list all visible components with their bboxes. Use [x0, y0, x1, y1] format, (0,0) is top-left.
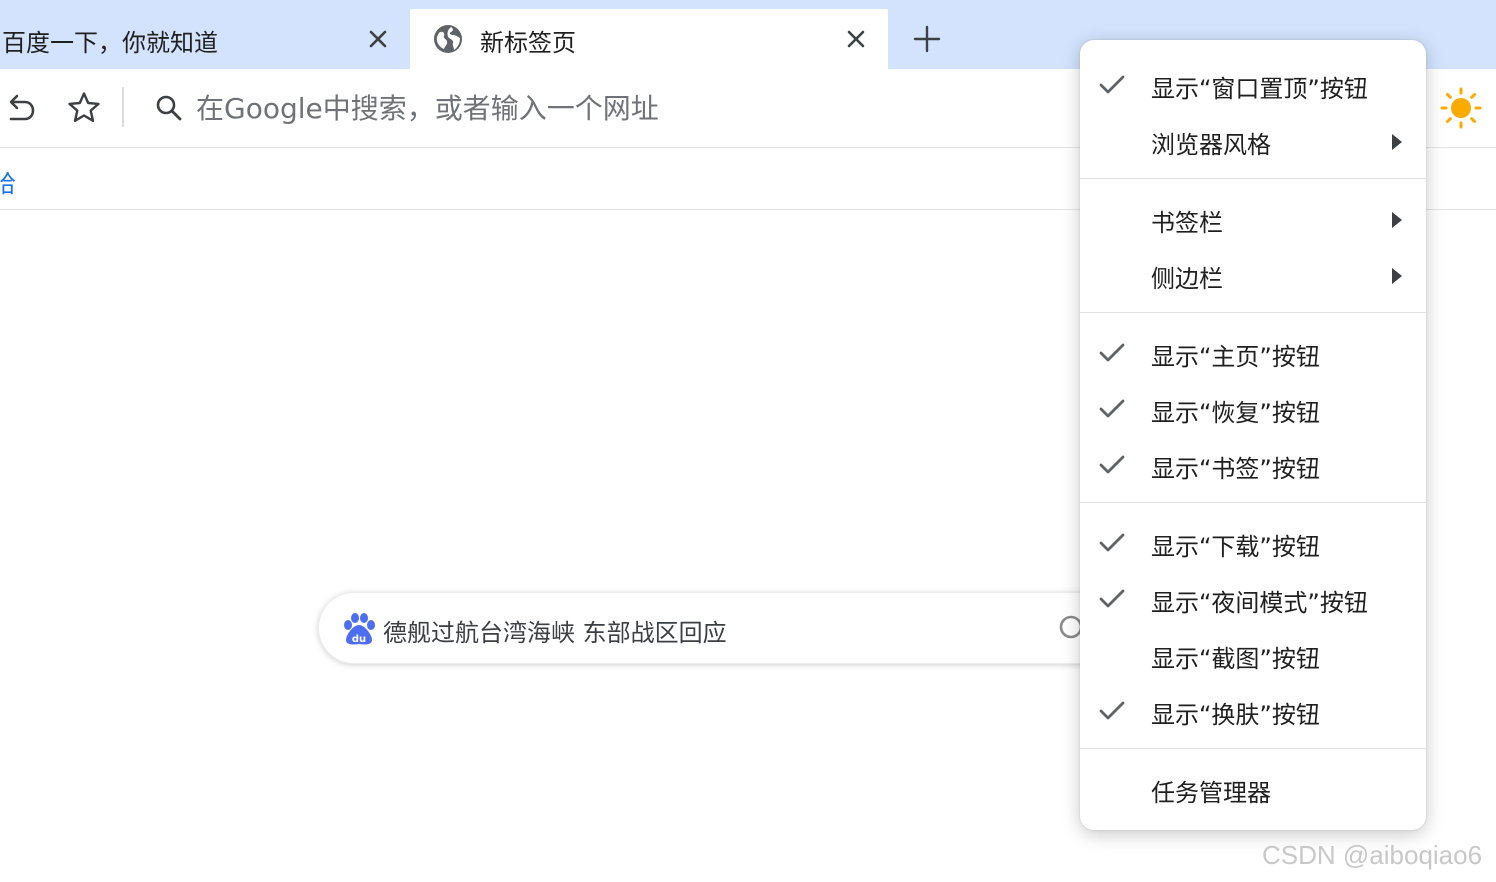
menu-item-label: 书签栏 — [1151, 209, 1223, 237]
close-icon[interactable] — [842, 25, 870, 53]
close-icon[interactable] — [364, 25, 392, 53]
menu-item-label: 显示“夜间模式”按钮 — [1151, 589, 1368, 617]
watermark: CSDN @aiboqiao6 — [1262, 840, 1483, 870]
menu-item-label: 侧边栏 — [1151, 265, 1223, 293]
menu-item-label: 显示“恢复”按钮 — [1151, 399, 1320, 427]
menu-item-task-manager[interactable]: 任务管理器 — [1080, 761, 1426, 817]
plus-icon[interactable] — [910, 22, 944, 56]
triangle-right-icon — [1390, 267, 1404, 285]
search-icon — [154, 93, 184, 123]
ntp-search-query[interactable]: 德舰过航台湾海峡 东部战区回应 — [383, 613, 727, 648]
triangle-right-icon — [1390, 211, 1404, 229]
menu-item-browser-style[interactable]: 浏览器风格 — [1080, 113, 1426, 169]
menu-item-label: 显示“主页”按钮 — [1151, 343, 1320, 371]
check-icon — [1098, 452, 1126, 478]
sun-icon[interactable] — [1440, 87, 1482, 129]
tab-new-tab[interactable]: 新标签页 — [410, 9, 888, 69]
tab-title: 新标签页 — [480, 29, 576, 57]
menu-item-label: 浏览器风格 — [1151, 131, 1271, 159]
baidu-logo-text: du — [352, 634, 366, 645]
menu-item-download[interactable]: 显示“下载”按钮 — [1080, 515, 1426, 571]
bookmark-item[interactable]: 哈 — [0, 164, 16, 199]
menu-separator — [1080, 748, 1426, 749]
check-icon — [1098, 396, 1126, 422]
menu-item-bookmarks-bar[interactable]: 书签栏 — [1080, 191, 1426, 247]
baidu-logo: du — [341, 611, 377, 647]
check-icon — [1098, 340, 1126, 366]
undo-icon[interactable] — [4, 91, 38, 125]
menu-item-label: 显示“换肤”按钮 — [1151, 701, 1320, 729]
menu-item-pin-window[interactable]: 显示“窗口置顶”按钮 — [1080, 57, 1426, 113]
menu-item-skin[interactable]: 显示“换肤”按钮 — [1080, 683, 1426, 739]
check-icon — [1098, 586, 1126, 612]
menu-item-label: 显示“书签”按钮 — [1151, 455, 1320, 483]
menu-separator — [1080, 502, 1426, 503]
menu-item-sidebar[interactable]: 侧边栏 — [1080, 247, 1426, 303]
globe-icon — [432, 23, 464, 55]
omnibox-input[interactable] — [196, 83, 1056, 133]
menu-separator — [1080, 312, 1426, 313]
menu-item-label: 显示“截图”按钮 — [1151, 645, 1320, 673]
menu-item-label: 显示“下载”按钮 — [1151, 533, 1320, 561]
menu-item-night-mode[interactable]: 显示“夜间模式”按钮 — [1080, 571, 1426, 627]
menu-item-bookmark[interactable]: 显示“书签”按钮 — [1080, 437, 1426, 493]
menu-item-restore[interactable]: 显示“恢复”按钮 — [1080, 381, 1426, 437]
tab-title: 百度一下，你就知道 — [2, 29, 218, 57]
check-icon — [1098, 530, 1126, 556]
toolbar-divider — [122, 87, 124, 127]
menu-separator — [1080, 178, 1426, 179]
star-icon[interactable] — [66, 90, 102, 126]
ntp-search-box[interactable]: du 德舰过航台湾海峡 东部战区回应 — [318, 592, 1138, 664]
context-menu: 显示“窗口置顶”按钮 浏览器风格 书签栏 侧边栏 显示“主页”按钮 显示“恢复”按钮 显示“… — [1080, 40, 1426, 830]
menu-item-label: 任务管理器 — [1151, 779, 1271, 807]
tab-baidu[interactable]: 百度一下，你就知道 — [0, 9, 408, 69]
browser-window: 百度一下，你就知道 新标签页 在Google中搜索，或者输入一个网址 哈 du … — [0, 0, 1496, 882]
triangle-right-icon — [1390, 133, 1404, 151]
check-icon — [1098, 698, 1126, 724]
check-icon — [1098, 72, 1126, 98]
menu-item-screenshot[interactable]: 显示“截图”按钮 — [1080, 627, 1426, 683]
menu-item-home[interactable]: 显示“主页”按钮 — [1080, 325, 1426, 381]
menu-item-label: 显示“窗口置顶”按钮 — [1151, 75, 1368, 103]
